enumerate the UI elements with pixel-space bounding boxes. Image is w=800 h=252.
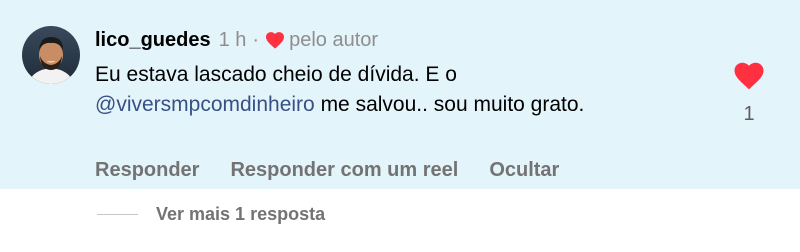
- liked-by-author-label: pelo autor: [289, 29, 379, 51]
- hide-button[interactable]: Ocultar: [489, 159, 559, 182]
- view-more-replies-label: Ver mais 1 resposta: [156, 204, 326, 224]
- comment-meta: lico_guedes 1 h · pelo autor: [95, 27, 378, 53]
- meta-separator: ·: [252, 29, 260, 51]
- like-count: 1: [743, 103, 755, 125]
- replies-divider: [97, 214, 138, 215]
- like-heart-icon[interactable]: [733, 61, 765, 90]
- reply-with-reel-button[interactable]: Responder com um reel: [230, 159, 458, 182]
- comment-row: lico_guedes 1 h · pelo autor Eu estava l…: [0, 0, 800, 189]
- reply-button[interactable]: Responder: [95, 159, 199, 182]
- view-more-replies-button[interactable]: Ver mais 1 resposta: [97, 204, 325, 225]
- avatar[interactable]: [22, 26, 80, 84]
- comment-text: Eu estava lascado cheio de dívida. E o @…: [95, 60, 655, 120]
- username[interactable]: lico_guedes: [95, 27, 211, 53]
- mention-link[interactable]: @viversmpcomdinheiro: [95, 93, 315, 116]
- liked-by-author-heart-icon: [265, 31, 285, 49]
- comment-text-part2: me salvou.. sou muito grato.: [314, 93, 585, 116]
- comment-actions: Responder Responder com um reel Ocultar: [95, 159, 559, 182]
- comment-time: 1 h: [218, 29, 247, 51]
- comment-text-part1: Eu estava lascado cheio de dívida. E o: [95, 63, 457, 86]
